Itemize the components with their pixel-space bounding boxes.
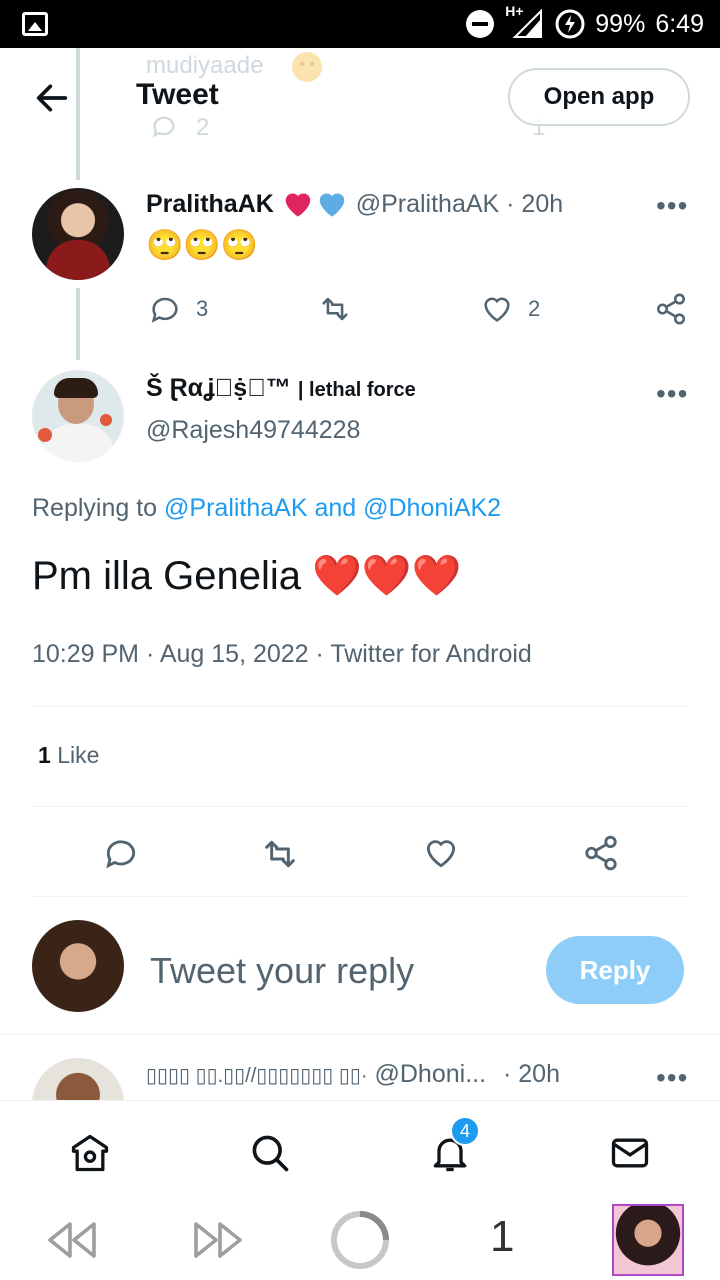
reply-button[interactable]: 3 [148, 292, 208, 326]
reply-icon [151, 297, 178, 323]
home-icon[interactable] [68, 1131, 112, 1175]
messages-icon[interactable] [608, 1131, 652, 1175]
author-handle-time: @PralithaAK · 20h [355, 190, 564, 218]
reply-submit-button[interactable]: Reply [546, 936, 684, 1004]
replying-to-line: Replying to @PralithaAK and @DhoniAK2 [32, 494, 501, 523]
author-bio: | lethal force [297, 379, 416, 401]
tab-count[interactable]: 1 [490, 1212, 514, 1262]
divider [32, 806, 688, 807]
author-handle: @Dhoni... [374, 1060, 487, 1088]
signal-icon: H+ [505, 3, 545, 39]
status-bar: H+ 99% 6:49 [0, 0, 720, 48]
share-button[interactable] [654, 292, 688, 326]
browser-toolbar: 1 [0, 1204, 720, 1280]
more-options-icon[interactable]: ••• [656, 1062, 688, 1094]
tweet-body: Pm illa Genelia ❤️❤️❤️ [32, 554, 462, 598]
open-app-button[interactable]: Open app [508, 68, 690, 126]
like-count: 2 [528, 296, 541, 321]
divider [32, 896, 688, 897]
loading-spinner-icon[interactable] [330, 1210, 390, 1270]
tweet-author-line[interactable]: PralithaAK @PralithaAK · 20h [146, 188, 563, 219]
tweet-time: · 20h [503, 1060, 560, 1088]
likes-stat[interactable]: 1 Like [38, 742, 99, 769]
tweet-body: 🙄🙄🙄 [146, 229, 259, 262]
thread-connector [76, 288, 80, 360]
notification-badge: 4 [450, 1116, 480, 1146]
author-name: PralithaAK [146, 190, 274, 218]
retweet-icon [265, 840, 295, 868]
heart-icon [484, 297, 510, 322]
dnd-icon [466, 10, 495, 38]
red-heart-icon [285, 193, 311, 217]
tweet-timestamp[interactable]: 10:29 PM · Aug 15, 2022 · Twitter for An… [32, 640, 532, 669]
like-button[interactable] [422, 834, 460, 872]
clock: 6:49 [655, 9, 704, 38]
blue-heart-icon [319, 193, 345, 217]
divider [32, 706, 688, 707]
reply-button[interactable] [102, 834, 140, 872]
forward-icon[interactable] [190, 1218, 246, 1262]
tweet-author-line[interactable]: Š Ɽαʝ⃟ṩ⃟™ | lethal force [146, 374, 416, 403]
replying-prefix: Replying to [32, 494, 158, 522]
avatar[interactable] [32, 370, 124, 462]
author-name: Š Ɽαʝ⃟ṩ⃟™ [146, 374, 291, 402]
heart-icon [426, 840, 456, 868]
battery-saver-icon [555, 9, 585, 39]
more-options-icon[interactable]: ••• [656, 378, 688, 410]
reply-count: 3 [196, 296, 209, 321]
tweet-author-line[interactable]: ▯▯▯▯ ▯▯.▯▯//▯▯▯▯▯▯▯ ▯▯· @Dhoni... · 20h [146, 1060, 560, 1089]
tab-thumbnail[interactable] [612, 1204, 684, 1276]
share-icon [585, 835, 617, 871]
retweet-button[interactable] [318, 292, 352, 326]
search-icon[interactable] [248, 1131, 292, 1175]
share-button[interactable] [582, 834, 620, 872]
like-button[interactable]: 2 [480, 292, 540, 326]
page-title: Tweet [136, 78, 219, 111]
retweet-icon [322, 297, 348, 321]
author-handle[interactable]: @Rajesh49744228 [146, 416, 360, 445]
gallery-icon [22, 12, 48, 36]
reply-input[interactable]: Tweet your reply [150, 950, 414, 992]
replying-to-link[interactable]: @PralithaAK and @DhoniAK2 [164, 494, 501, 522]
divider [0, 1034, 720, 1035]
my-avatar[interactable] [32, 920, 124, 1012]
likes-count: 1 [38, 742, 51, 768]
battery-level: 99% [595, 9, 646, 38]
share-icon [656, 293, 686, 325]
retweet-button[interactable] [260, 834, 300, 874]
reply-icon [106, 840, 136, 869]
bottom-nav [0, 1100, 720, 1204]
back-arrow-icon[interactable] [32, 78, 72, 118]
author-name: ▯▯▯▯ ▯▯.▯▯//▯▯▯▯▯▯▯ ▯▯· [146, 1065, 368, 1087]
likes-label: Like [57, 742, 100, 768]
avatar[interactable] [32, 188, 124, 280]
more-options-icon[interactable]: ••• [656, 190, 688, 222]
back-icon[interactable] [44, 1218, 100, 1262]
